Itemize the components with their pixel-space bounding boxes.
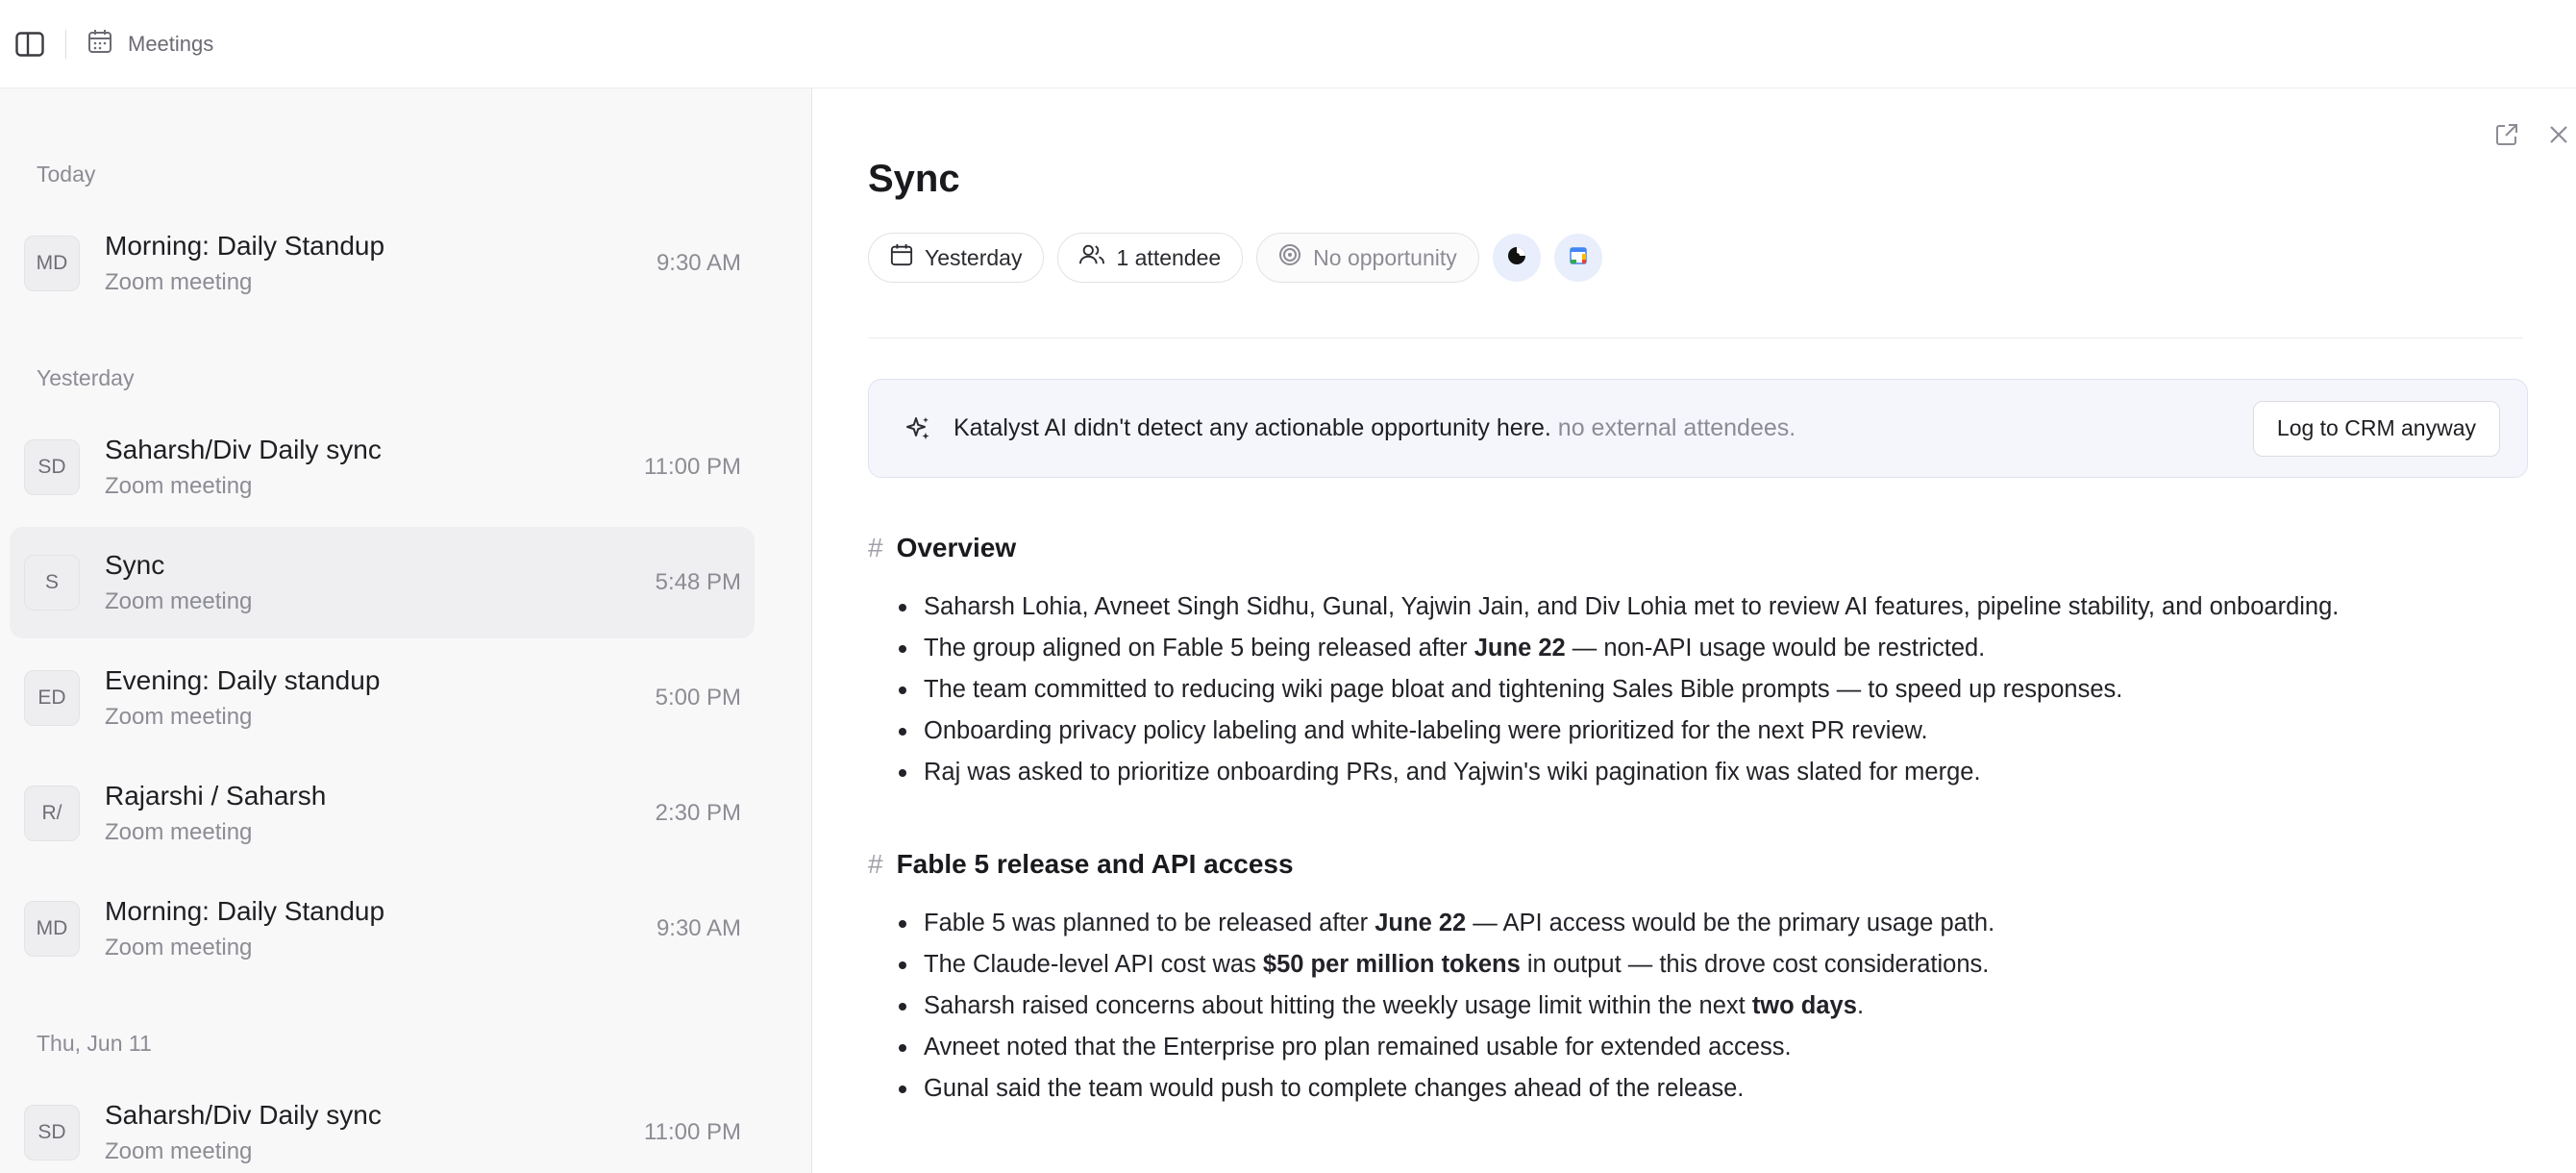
meeting-title: Morning: Daily Standup xyxy=(105,231,385,261)
meeting-title: Morning: Daily Standup xyxy=(105,896,385,926)
detail-actions xyxy=(2489,117,2576,152)
calendar-icon xyxy=(87,29,112,60)
top-bar: Meetings xyxy=(0,0,2576,88)
open-external-icon[interactable] xyxy=(2489,117,2524,152)
close-icon[interactable] xyxy=(2541,117,2576,152)
meeting-title: Saharsh/Div Daily sync xyxy=(105,435,382,464)
users-icon xyxy=(1079,243,1105,272)
bullet-list: Fable 5 was planned to be released after… xyxy=(868,903,2560,1110)
opportunity-chip-label: No opportunity xyxy=(1313,244,1457,270)
meetings-sidebar: Today MD Morning: Daily Standup Zoom mee… xyxy=(0,88,812,1173)
bullet-item: The Claude-level API cost was $50 per mi… xyxy=(899,944,2560,986)
notes-section-fable-release: # Fable 5 release and API access Fable 5… xyxy=(868,849,2560,1110)
page-title: Sync xyxy=(868,158,960,200)
topbar-divider xyxy=(65,29,66,59)
avatar: MD xyxy=(24,901,80,957)
meeting-title: Rajarshi / Saharsh xyxy=(105,781,327,811)
meeting-time: 2:30 PM xyxy=(655,800,741,826)
avatar: R/ xyxy=(24,786,80,841)
ai-notice-reason: no external attendees. xyxy=(1557,414,1796,441)
meeting-time: 11:00 PM xyxy=(644,1119,741,1145)
bullet-item: The group aligned on Fable 5 being relea… xyxy=(899,628,2560,669)
meeting-time: 9:30 AM xyxy=(656,250,741,276)
group-label-thu-jun-11: Thu, Jun 11 xyxy=(37,1031,152,1056)
group-label-yesterday: Yesterday xyxy=(37,365,135,390)
meeting-meta-chips: Yesterday 1 attendee No opportunity xyxy=(868,233,1602,283)
avatar: SD xyxy=(24,1105,80,1161)
meeting-item[interactable]: MD Morning: Daily Standup Zoom meeting 9… xyxy=(10,873,755,985)
avatar: S xyxy=(24,555,80,611)
avatar: ED xyxy=(24,670,80,726)
avatar: MD xyxy=(24,236,80,291)
meeting-title: Sync xyxy=(105,550,165,580)
attendees-chip-label: 1 attendee xyxy=(1116,244,1222,270)
integration-badge[interactable] xyxy=(1492,234,1541,282)
heading-hash-icon: # xyxy=(868,533,883,562)
date-chip[interactable]: Yesterday xyxy=(868,233,1045,283)
meeting-subtitle: Zoom meeting xyxy=(105,269,253,295)
meeting-subtitle: Zoom meeting xyxy=(105,473,253,499)
meeting-subtitle: Zoom meeting xyxy=(105,588,253,614)
meeting-item[interactable]: R/ Rajarshi / Saharsh Zoom meeting 2:30 … xyxy=(10,758,755,869)
sidebar-toggle-icon[interactable] xyxy=(4,18,56,70)
avatar: SD xyxy=(24,439,80,495)
app-logo-icon xyxy=(1506,245,1527,271)
meeting-time: 9:30 AM xyxy=(656,915,741,941)
section-heading: # Overview xyxy=(868,533,2560,563)
section-heading-text: Overview xyxy=(896,533,1017,562)
bullet-item: Avneet noted that the Enterprise pro pla… xyxy=(899,1027,2560,1068)
meeting-subtitle: Zoom meeting xyxy=(105,819,253,845)
meeting-subtitle: Zoom meeting xyxy=(105,704,253,730)
meeting-item[interactable]: SD Saharsh/Div Daily sync Zoom meeting 1… xyxy=(10,412,755,523)
ai-notice-text: Katalyst AI didn't detect any actionable… xyxy=(954,414,2253,442)
meeting-item[interactable]: ED Evening: Daily standup Zoom meeting 5… xyxy=(10,642,755,754)
section-heading: # Fable 5 release and API access xyxy=(868,849,2560,880)
bullet-item: Fable 5 was planned to be released after… xyxy=(899,903,2560,944)
meeting-item[interactable]: SD Saharsh/Div Daily sync Zoom meeting 1… xyxy=(10,1077,755,1173)
ai-notice-message: Katalyst AI didn't detect any actionable… xyxy=(954,414,1551,441)
meeting-detail: Sync Yesterday 1 attendee No opportunity xyxy=(813,88,2576,1173)
bullet-item: Raj was asked to prioritize onboarding P… xyxy=(899,752,2560,793)
bullet-list: Saharsh Lohia, Avneet Singh Sidhu, Gunal… xyxy=(868,586,2560,793)
bullet-item: Gunal said the team would push to comple… xyxy=(899,1068,2560,1110)
bullet-item: Onboarding privacy policy labeling and w… xyxy=(899,711,2560,752)
bullet-item: The team committed to reducing wiki page… xyxy=(899,669,2560,711)
calendar-integration-badge[interactable] xyxy=(1553,234,1602,282)
log-to-crm-button[interactable]: Log to CRM anyway xyxy=(2252,400,2500,457)
bullet-item: Saharsh raised concerns about hitting th… xyxy=(899,986,2560,1027)
ai-notice-banner: Katalyst AI didn't detect any actionable… xyxy=(868,379,2528,478)
attendees-chip[interactable]: 1 attendee xyxy=(1057,233,1244,283)
opportunity-chip[interactable]: No opportunity xyxy=(1256,233,1479,283)
date-chip-label: Yesterday xyxy=(925,244,1023,270)
meeting-subtitle: Zoom meeting xyxy=(105,935,253,961)
bullet-item: Saharsh Lohia, Avneet Singh Sidhu, Gunal… xyxy=(899,586,2560,628)
meeting-subtitle: Zoom meeting xyxy=(105,1138,253,1164)
meeting-time: 11:00 PM xyxy=(644,454,741,480)
meeting-title: Evening: Daily standup xyxy=(105,665,381,695)
meeting-item-selected[interactable]: S Sync Zoom meeting 5:48 PM xyxy=(10,527,755,638)
section-heading-text: Fable 5 release and API access xyxy=(896,849,1294,879)
notes-section-overview: # Overview Saharsh Lohia, Avneet Singh S… xyxy=(868,533,2560,793)
target-icon xyxy=(1278,243,1301,272)
meeting-time: 5:00 PM xyxy=(655,685,741,711)
header-divider xyxy=(868,337,2523,338)
meeting-time: 5:48 PM xyxy=(655,569,741,595)
meeting-title: Saharsh/Div Daily sync xyxy=(105,1100,382,1130)
calendar-icon xyxy=(890,243,913,272)
meeting-item[interactable]: MD Morning: Daily Standup Zoom meeting 9… xyxy=(10,208,755,319)
breadcrumb-label: Meetings xyxy=(128,31,214,56)
group-label-today: Today xyxy=(37,162,96,187)
sparkle-icon xyxy=(904,414,932,443)
breadcrumb[interactable]: Meetings xyxy=(87,29,213,60)
heading-hash-icon: # xyxy=(868,849,883,879)
google-calendar-icon xyxy=(1568,245,1589,271)
